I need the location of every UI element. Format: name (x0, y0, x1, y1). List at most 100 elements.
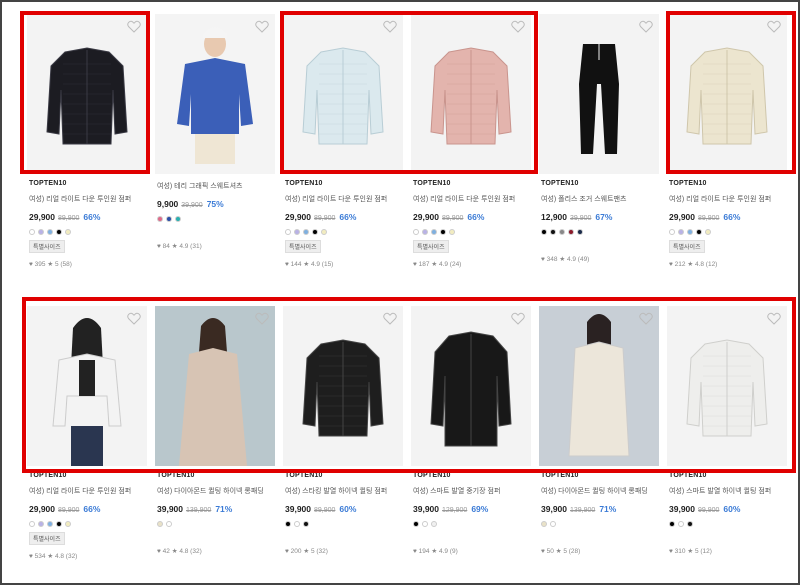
product-image[interactable] (27, 306, 147, 466)
color-swatch[interactable] (29, 521, 35, 527)
product-card[interactable]: TOPTEN10 여성) 리얼 라이트 다운 투인원 점퍼 29,900 89,900… (279, 14, 407, 274)
color-swatch[interactable] (321, 229, 327, 235)
color-swatch[interactable] (669, 521, 675, 527)
color-swatch[interactable] (431, 229, 437, 235)
color-swatch[interactable] (431, 521, 437, 527)
color-swatch[interactable] (687, 521, 693, 527)
heart-icon[interactable] (383, 312, 397, 325)
color-swatch[interactable] (422, 521, 428, 527)
color-swatch[interactable] (47, 229, 53, 235)
color-swatch[interactable] (705, 229, 711, 235)
product-card[interactable]: TOPTEN10 여성) 리얼 라이트 다운 투인원 점퍼 29,900 89,900… (23, 306, 151, 566)
color-swatch[interactable] (38, 521, 44, 527)
product-card[interactable]: TOPTEN10 여성) 스마트 발열 중기장 점퍼 39,900 129,900 69… (407, 306, 535, 566)
product-brand: TOPTEN10 (413, 472, 451, 479)
product-image[interactable] (283, 306, 403, 466)
color-swatch[interactable] (47, 521, 53, 527)
color-swatch[interactable] (550, 521, 556, 527)
product-name[interactable]: 여성) 리얼 라이트 다운 투인원 점퍼 (29, 194, 151, 204)
color-swatch[interactable] (157, 216, 163, 222)
product-image[interactable] (667, 306, 787, 466)
color-swatch[interactable] (559, 229, 565, 235)
product-card[interactable]: TOPTEN10 여성) 리얼 라이트 다운 투인원 점퍼 29,900 89,900… (23, 14, 151, 274)
color-swatch[interactable] (29, 229, 35, 235)
product-name[interactable]: 여성) 리얼 라이트 다운 투인원 점퍼 (413, 194, 535, 204)
color-swatch[interactable] (678, 521, 684, 527)
product-image[interactable] (283, 14, 403, 174)
color-swatch[interactable] (285, 521, 291, 527)
color-swatch[interactable] (413, 521, 419, 527)
product-image[interactable] (667, 14, 787, 174)
color-swatch[interactable] (56, 521, 62, 527)
product-card[interactable]: TOPTEN10 여성) 리얼 라이트 다운 투인원 점퍼 29,900 89,900… (663, 14, 791, 274)
color-swatch[interactable] (550, 229, 556, 235)
heart-icon[interactable] (127, 20, 141, 33)
product-card[interactable]: TOPTEN10 여성) 폴리스 조거 스웨트팬츠 12,900 39,900 67% ♥… (535, 14, 663, 274)
color-swatch[interactable] (413, 229, 419, 235)
color-swatch[interactable] (687, 229, 693, 235)
product-card[interactable]: TOPTEN10 여성) 스타킹 발열 하이넥 퀼팅 점퍼 39,900 89,900… (279, 306, 407, 566)
product-name[interactable]: 여성) 스타킹 발열 하이넥 퀼팅 점퍼 (285, 486, 407, 496)
color-swatch[interactable] (303, 229, 309, 235)
heart-icon[interactable] (127, 312, 141, 325)
color-swatch[interactable] (175, 216, 181, 222)
heart-icon[interactable] (511, 312, 525, 325)
product-name[interactable]: 여성) 스마트 발열 중기장 점퍼 (413, 486, 535, 496)
heart-icon[interactable] (767, 20, 781, 33)
product-name[interactable]: 여성) 리얼 라이트 다운 투인원 점퍼 (285, 194, 407, 204)
color-swatch[interactable] (577, 229, 583, 235)
product-image[interactable] (27, 14, 147, 174)
color-swatch[interactable] (65, 229, 71, 235)
product-image[interactable] (539, 306, 659, 466)
color-swatch[interactable] (568, 229, 574, 235)
color-swatch[interactable] (312, 229, 318, 235)
sale-price: 39,900 (541, 504, 567, 514)
color-swatch[interactable] (294, 229, 300, 235)
color-swatch[interactable] (449, 229, 455, 235)
product-image[interactable] (155, 306, 275, 466)
color-swatch[interactable] (56, 229, 62, 235)
heart-icon[interactable] (255, 20, 269, 33)
product-name[interactable]: 여성) 다이아몬드 퀼팅 하이넥 롱패딩 (541, 486, 663, 496)
discount-rate: 60% (339, 504, 357, 514)
color-swatch[interactable] (678, 229, 684, 235)
product-card[interactable]: TOPTEN10 여성) 다이아몬드 퀼팅 하이넥 롱패딩 39,900 139,90… (535, 306, 663, 566)
heart-icon[interactable] (639, 312, 653, 325)
product-image[interactable] (411, 14, 531, 174)
heart-icon[interactable] (639, 20, 653, 33)
color-swatch[interactable] (285, 229, 291, 235)
product-card[interactable]: TOPTEN10 여성) 리얼 라이트 다운 투인원 점퍼 29,900 89,900… (407, 14, 535, 274)
color-swatch[interactable] (65, 521, 71, 527)
product-name[interactable]: 여성) 테리 그래픽 스웨트셔츠 (157, 181, 279, 191)
color-swatch[interactable] (303, 521, 309, 527)
product-image[interactable] (411, 306, 531, 466)
product-name[interactable]: 여성) 스마트 발열 하이넥 퀼팅 점퍼 (669, 486, 791, 496)
product-brand: TOPTEN10 (669, 472, 707, 479)
product-card[interactable]: TOPTEN10 여성) 스마트 발열 하이넥 퀼팅 점퍼 39,900 99,900… (663, 306, 791, 566)
heart-icon[interactable] (255, 312, 269, 325)
product-card[interactable]: 여성) 테리 그래픽 스웨트셔츠 9,900 39,900 75% ♥ 84 ★ 4.9… (151, 14, 279, 274)
color-swatch[interactable] (696, 229, 702, 235)
color-swatch[interactable] (422, 229, 428, 235)
product-name[interactable]: 여성) 폴리스 조거 스웨트팬츠 (541, 194, 663, 204)
product-image[interactable] (539, 14, 659, 174)
color-swatch[interactable] (166, 521, 172, 527)
product-name[interactable]: 여성) 다이아몬드 퀼팅 하이넥 롱패딩 (157, 486, 279, 496)
original-price: 129,900 (442, 507, 468, 514)
heart-icon[interactable] (383, 20, 397, 33)
color-swatch[interactable] (294, 521, 300, 527)
product-name[interactable]: 여성) 리얼 라이트 다운 투인원 점퍼 (29, 486, 151, 496)
color-swatch[interactable] (669, 229, 675, 235)
color-swatch[interactable] (166, 216, 172, 222)
product-image[interactable] (155, 14, 275, 174)
heart-icon[interactable] (767, 312, 781, 325)
heart-icon[interactable] (511, 20, 525, 33)
color-swatch[interactable] (440, 229, 446, 235)
color-swatch[interactable] (541, 521, 547, 527)
product-card[interactable]: TOPTEN10 여성) 다이아몬드 퀼팅 하이넥 롱패딩 39,900 139,90… (151, 306, 279, 566)
color-swatches (29, 521, 151, 527)
color-swatch[interactable] (157, 521, 163, 527)
product-name[interactable]: 여성) 리얼 라이트 다운 투인원 점퍼 (669, 194, 791, 204)
color-swatch[interactable] (38, 229, 44, 235)
color-swatch[interactable] (541, 229, 547, 235)
